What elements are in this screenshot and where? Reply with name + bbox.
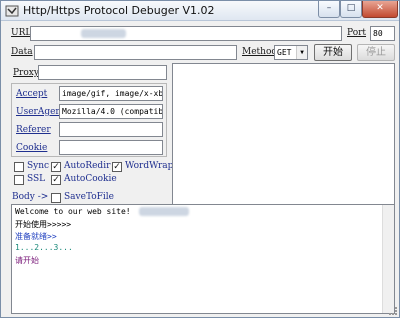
sync-checkbox[interactable] (14, 162, 24, 172)
autocookie-label: AutoCookie (64, 174, 117, 184)
log-output[interactable]: Welcome to our web site! 开始使用>>>>> 准备就绪>> 1… (11, 204, 395, 314)
proxy-label: Proxy (13, 68, 39, 78)
url-input[interactable] (30, 26, 342, 41)
url-label: URL (11, 28, 32, 38)
method-value: GET (277, 48, 292, 57)
start-button[interactable]: 开始 (314, 44, 352, 61)
maximize-button[interactable]: □ (340, 1, 362, 18)
log-line: 1...2...3... (15, 243, 73, 252)
data-label: Data (11, 47, 33, 57)
autoredir-checkbox[interactable]: ✓ (51, 162, 61, 172)
method-select[interactable]: GET ▼ (274, 45, 308, 60)
wordwrap-label: WordWrap (125, 161, 174, 171)
app-icon (5, 5, 19, 17)
minimize-button[interactable]: – (318, 1, 340, 18)
port-input[interactable]: 80 (370, 26, 395, 41)
cookie-label: Cookie (16, 143, 48, 153)
window-title: Http/Https Protocol Debuger V1.02 (23, 4, 215, 17)
useragent-label: UserAgent (16, 107, 65, 117)
redacted-site (139, 207, 189, 216)
body-label: Body -> (12, 192, 49, 202)
app-window: Http/Https Protocol Debuger V1.02 – □ ✕ … (0, 0, 400, 318)
stop-button[interactable]: 停止 (357, 44, 395, 61)
useragent-input[interactable]: Mozilla/4.0 (compatibl (59, 104, 163, 119)
data-input[interactable] (34, 45, 237, 60)
log-line: 开始使用>>>>> (15, 220, 72, 229)
log-line: 请开始 (15, 256, 39, 265)
title-bar[interactable]: Http/Https Protocol Debuger V1.02 – □ ✕ (1, 1, 399, 21)
proxy-input[interactable] (38, 65, 167, 80)
redacted-url (81, 29, 126, 38)
accept-label: Accept (16, 89, 48, 99)
close-button[interactable]: ✕ (362, 1, 398, 18)
ssl-checkbox[interactable] (14, 175, 24, 185)
chevron-down-icon[interactable]: ▼ (296, 46, 307, 59)
referer-label: Referer (16, 125, 51, 135)
resize-grip[interactable] (389, 307, 397, 315)
log-scrollbar[interactable] (382, 205, 394, 313)
savetofile-checkbox[interactable] (51, 193, 61, 203)
cookie-input[interactable] (59, 140, 163, 155)
port-label: Port (347, 28, 367, 38)
log-line: 准备就绪>> (15, 232, 57, 241)
savetofile-label: SaveToFile (64, 192, 114, 202)
wordwrap-checkbox[interactable]: ✓ (112, 162, 122, 172)
referer-input[interactable] (59, 122, 163, 137)
log-line: Welcome to our web site! (15, 207, 131, 216)
ssl-label: SSL (27, 174, 46, 184)
accept-input[interactable]: image/gif, image/x-xbi (59, 86, 163, 101)
sync-label: Sync (27, 161, 50, 171)
autoredir-label: AutoRedir (64, 161, 111, 171)
response-pane[interactable] (172, 63, 395, 205)
method-label: Method (242, 47, 278, 57)
autocookie-checkbox[interactable]: ✓ (51, 175, 61, 185)
